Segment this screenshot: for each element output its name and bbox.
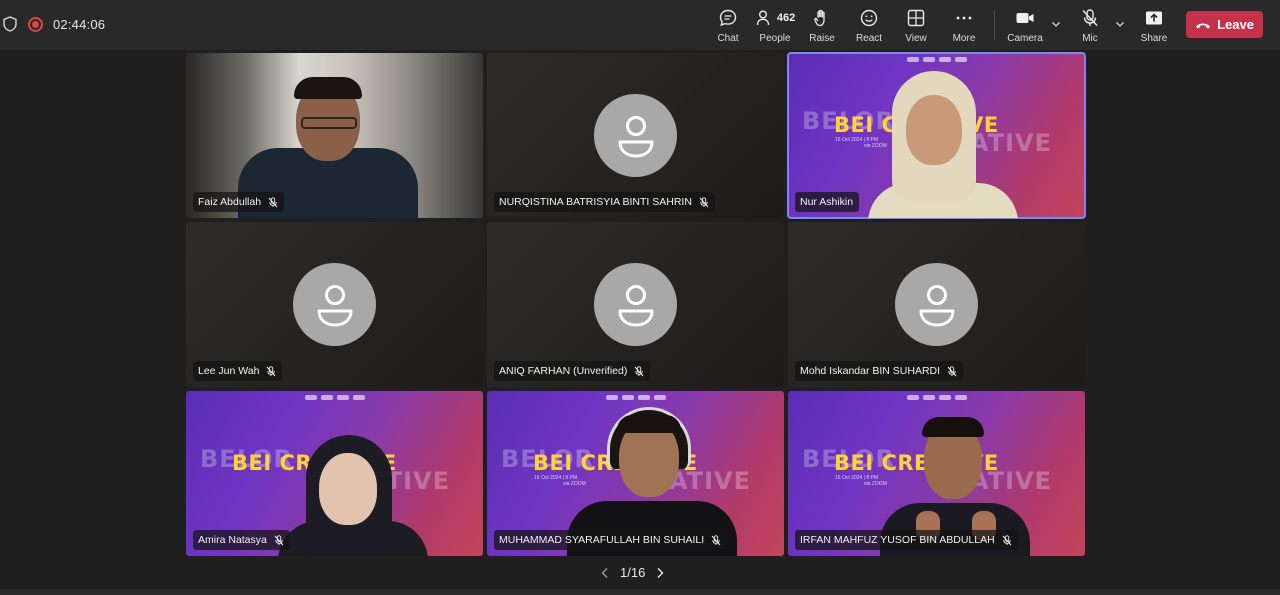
participant-name-tag: ANIQ FARHAN (Unverified) [494, 361, 651, 381]
participant-name-tag: Nur Ashikin [795, 192, 860, 212]
participant-tile-active-speaker[interactable]: BELOR ATIVE BEI CREATIVE 16 Oct 2024 | 8… [787, 52, 1086, 219]
participant-tile[interactable]: BELOR ATIVE BEI CREATIVE 16 Oct 2024 | 8… [487, 391, 784, 556]
share-label: Share [1140, 33, 1168, 44]
participant-name: Faiz Abdullah [198, 196, 262, 208]
react-button[interactable]: React [855, 6, 883, 46]
camera-options-chevron-down-icon[interactable] [1050, 18, 1062, 30]
more-button[interactable]: More [951, 6, 977, 46]
mic-muted-icon [634, 365, 644, 376]
mic-muted-icon [268, 196, 278, 207]
default-avatar [293, 263, 376, 346]
default-avatar [594, 94, 677, 177]
page-indicator: 1/16 [620, 565, 646, 580]
hand-icon [814, 9, 825, 27]
participant-tile[interactable]: Mohd Iskandar BIN SUHARDI [788, 222, 1085, 387]
chat-icon [719, 9, 737, 27]
people-button[interactable]: 462 People [756, 6, 796, 46]
mic-options-chevron-down-icon[interactable] [1114, 18, 1126, 30]
share-screen-icon [1146, 11, 1162, 25]
leave-label: Leave [1217, 17, 1254, 32]
default-avatar [895, 263, 978, 346]
view-button[interactable]: View [904, 6, 928, 46]
mic-muted-icon [267, 365, 276, 376]
camera-button[interactable]: Camera [1007, 6, 1043, 46]
participant-name: Lee Jun Wah [198, 365, 260, 377]
participant-tile[interactable]: Faiz Abdullah [186, 53, 483, 218]
recording-icon [28, 17, 43, 32]
participant-name: IRFAN MAHFUZ YUSOF BIN ABDULLAH [800, 534, 995, 546]
person-icon [317, 284, 352, 326]
participant-name-tag: NURQISTINA BATRISYIA BINTI SAHRIN [494, 192, 715, 212]
leave-button[interactable]: Leave [1186, 11, 1263, 38]
participant-name-tag: Mohd Iskandar BIN SUHARDI [795, 361, 964, 381]
participant-tile[interactable]: BELOR ATIVE BEI CREATIVE 16 Oct 2024 | 8… [788, 391, 1085, 556]
smiley-icon [860, 9, 878, 27]
view-label: View [905, 33, 927, 44]
ellipsis-icon [956, 16, 972, 20]
participant-name-tag: IRFAN MAHFUZ YUSOF BIN ABDULLAH [795, 530, 1018, 550]
participant-name-tag: Faiz Abdullah [193, 192, 285, 212]
camera-icon [1016, 13, 1034, 23]
person-icon [618, 284, 653, 326]
participant-tile[interactable]: BELOR ATIVE BEI CREATIVE Amira Natasya [186, 391, 483, 556]
more-label: More [952, 33, 976, 44]
raise-label: Raise [809, 33, 835, 44]
mic-label: Mic [1082, 33, 1098, 44]
shield-icon[interactable] [3, 16, 17, 32]
mic-button[interactable]: Mic [1078, 6, 1102, 46]
person-icon [618, 115, 653, 157]
toolbar-divider [994, 10, 995, 40]
participant-tile[interactable]: NURQISTINA BATRISYIA BINTI SAHRIN [487, 53, 784, 218]
default-avatar [594, 263, 677, 346]
raise-hand-button[interactable]: Raise [809, 6, 835, 46]
bottom-edge [0, 589, 1280, 595]
participant-tile[interactable]: ANIQ FARHAN (Unverified) [487, 222, 784, 387]
mic-off-icon [1082, 9, 1098, 27]
person-icon [919, 284, 954, 326]
share-button[interactable]: Share [1141, 6, 1167, 46]
hang-up-icon [1196, 23, 1211, 28]
mic-muted-icon [699, 196, 709, 207]
meeting-timer: 02:44:06 [53, 17, 106, 32]
react-label: React [855, 33, 883, 44]
participant-tile[interactable]: Lee Jun Wah [186, 222, 483, 387]
mic-muted-icon [711, 534, 721, 545]
people-icon [756, 10, 770, 26]
participant-name: Nur Ashikin [800, 196, 854, 208]
chat-button[interactable]: Chat [716, 6, 740, 46]
participant-name: Mohd Iskandar BIN SUHARDI [800, 365, 941, 377]
meeting-toolbar: 02:44:06 Chat 462 People Raise React Vie… [0, 0, 1280, 50]
participant-name-tag: MUHAMMAD SYARAFULLAH BIN SUHAILI [494, 530, 728, 550]
participant-name: MUHAMMAD SYARAFULLAH BIN SUHAILI [499, 534, 705, 546]
participant-name: NURQISTINA BATRISYIA BINTI SAHRIN [499, 196, 692, 208]
people-count: 462 [776, 12, 796, 24]
participant-name-tag: Amira Natasya [193, 530, 290, 550]
people-label: People [759, 33, 791, 44]
chat-label: Chat [717, 33, 739, 44]
chevron-right-icon[interactable] [655, 567, 665, 579]
pagination: 1/16 [600, 565, 665, 580]
mic-muted-icon [274, 534, 284, 545]
participant-name-tag: Lee Jun Wah [193, 361, 283, 381]
mic-muted-icon [947, 365, 957, 376]
camera-label: Camera [1007, 33, 1043, 44]
chevron-left-icon[interactable] [600, 567, 610, 579]
participant-name: Amira Natasya [198, 534, 267, 546]
mic-muted-icon [1002, 534, 1012, 545]
participant-name: ANIQ FARHAN (Unverified) [499, 365, 628, 377]
grid-view-icon [907, 9, 925, 27]
